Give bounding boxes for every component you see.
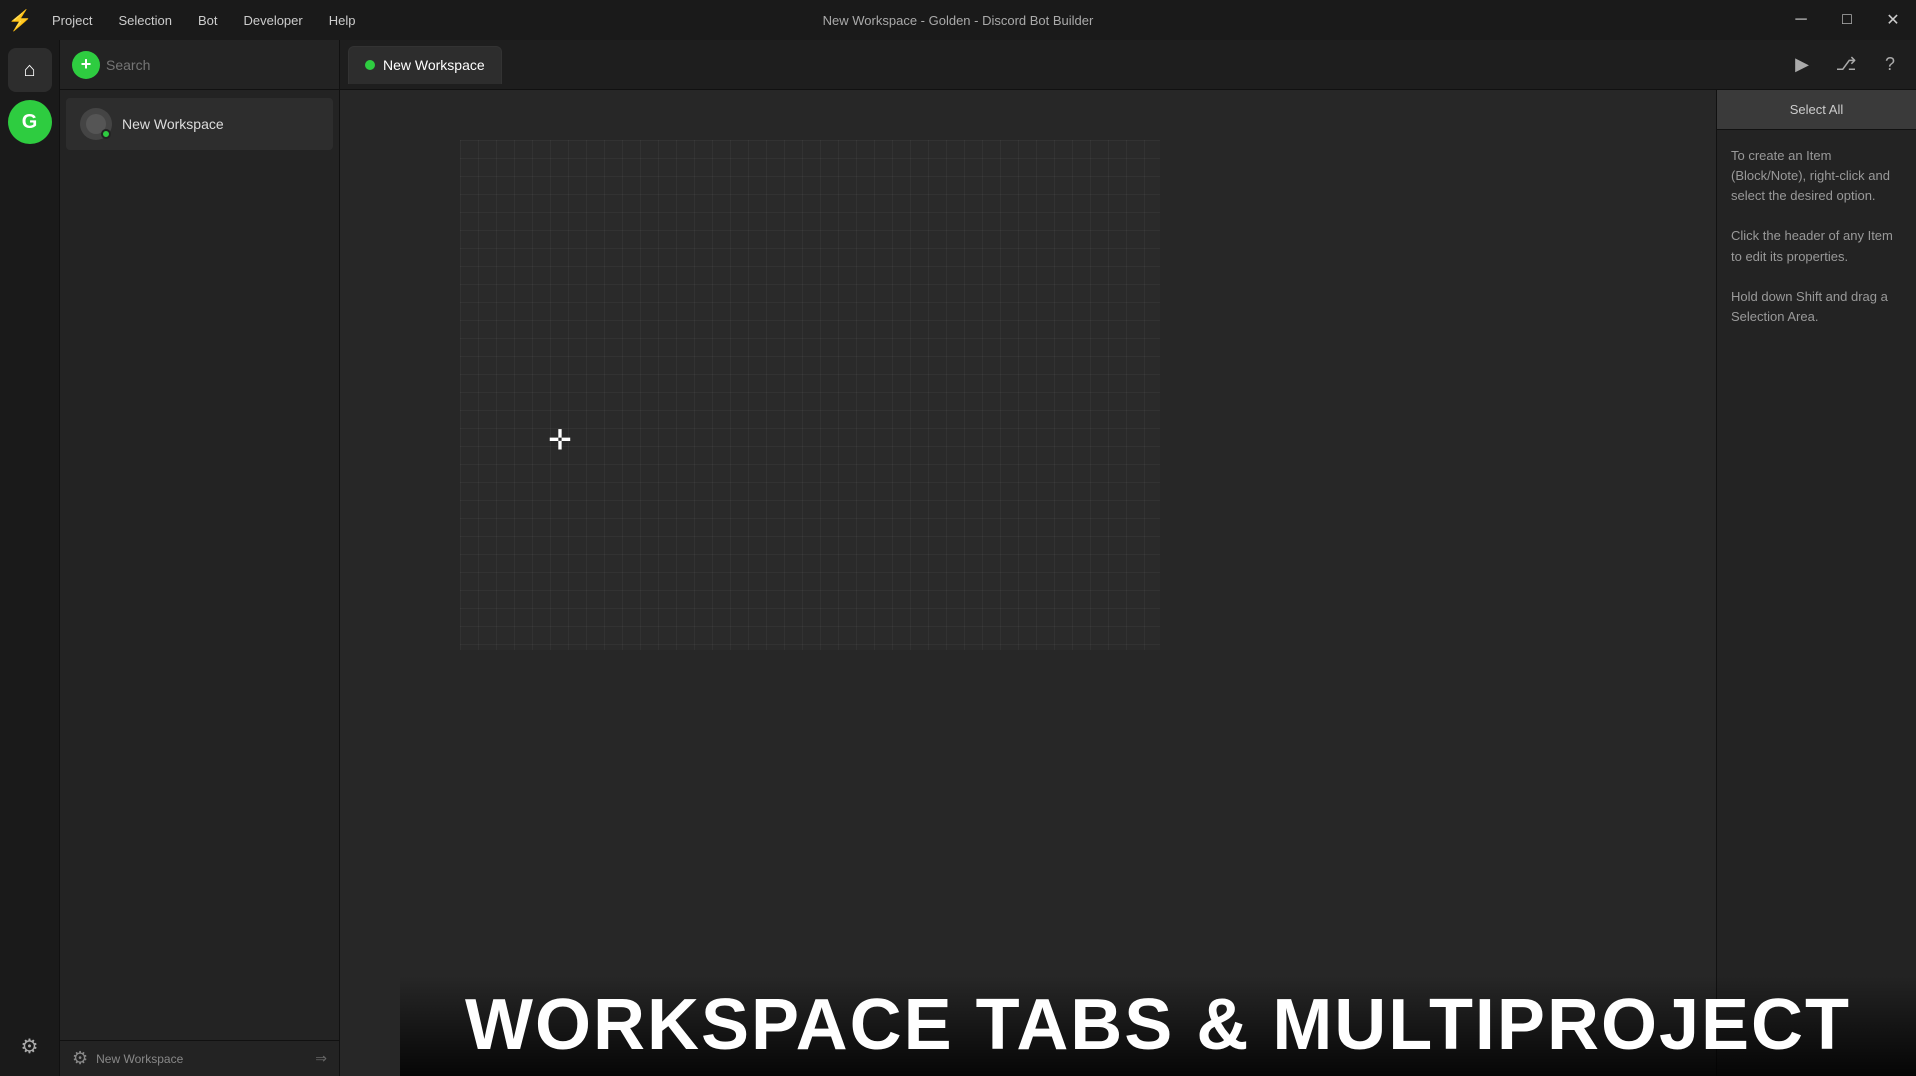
tab-actions: ▶ ⎇ ? [1784, 47, 1908, 83]
canvas-wrapper[interactable]: ✛ [340, 90, 1716, 1076]
workspace-item[interactable]: New Workspace [66, 98, 333, 150]
icon-sidebar: ⌂ G ⚙ [0, 40, 60, 1076]
play-button[interactable]: ▶ [1784, 47, 1820, 83]
tab-new-workspace[interactable]: New Workspace [348, 46, 502, 84]
window-title: New Workspace - Golden - Discord Bot Bui… [823, 13, 1094, 28]
workspace-panel: + New Workspace ⚙ New Workspace ⇒ [60, 40, 340, 1076]
workspace-list: New Workspace [60, 90, 339, 1040]
titlebar-controls: ─ □ ✕ [1778, 0, 1916, 40]
help-button[interactable]: ? [1872, 47, 1908, 83]
tree-button[interactable]: ⎇ [1828, 47, 1864, 83]
footer-export-icon[interactable]: ⇒ [315, 1050, 327, 1067]
titlebar: ⚡ Project Selection Bot Developer Help N… [0, 0, 1916, 40]
canvas-top-gray [340, 90, 1716, 140]
menu-project[interactable]: Project [40, 9, 104, 32]
menu-bar: Project Selection Bot Developer Help [40, 9, 367, 32]
tab-label: New Workspace [383, 57, 485, 73]
tab-status-dot [365, 60, 375, 70]
close-button[interactable]: ✕ [1870, 0, 1916, 40]
right-panel-info: To create an Item (Block/Note), right-cl… [1717, 130, 1916, 343]
workspace-panel-footer: ⚙ New Workspace ⇒ [60, 1040, 339, 1076]
right-panel: Select All To create an Item (Block/Note… [1716, 90, 1916, 1076]
add-workspace-button[interactable]: + [72, 51, 100, 79]
canvas-right-wrapper: ✛ Select All To create an Item (Block/No… [340, 90, 1916, 1076]
menu-bot[interactable]: Bot [186, 9, 230, 32]
menu-help[interactable]: Help [317, 9, 368, 32]
home-button[interactable]: ⌂ [8, 48, 52, 92]
workspace-status-dot [101, 129, 111, 139]
user-avatar[interactable]: G [8, 100, 52, 144]
footer-workspace-label: New Workspace [96, 1052, 307, 1066]
menu-selection[interactable]: Selection [106, 9, 183, 32]
info-text-1: To create an Item (Block/Note), right-cl… [1731, 146, 1902, 206]
menu-developer[interactable]: Developer [231, 9, 314, 32]
select-all-button[interactable]: Select All [1717, 90, 1916, 130]
titlebar-left: ⚡ Project Selection Bot Developer Help [0, 0, 367, 40]
maximize-button[interactable]: □ [1824, 0, 1870, 40]
main-layout: ⌂ G ⚙ + New Workspace ⚙ New Workspace ⇒ [0, 40, 1916, 1076]
canvas-left-gray [340, 90, 460, 1076]
workspace-icon [80, 108, 112, 140]
workspace-item-label: New Workspace [122, 116, 224, 132]
settings-button[interactable]: ⚙ [8, 1024, 52, 1068]
info-text-3: Hold down Shift and drag a Selection Are… [1731, 287, 1902, 327]
sidebar-bottom: ⚙ [8, 1024, 52, 1068]
app-logo[interactable]: ⚡ [0, 0, 40, 40]
canvas-grid [460, 140, 1160, 650]
tab-bar: New Workspace ▶ ⎇ ? [340, 40, 1916, 90]
search-input[interactable] [106, 57, 327, 73]
minimize-button[interactable]: ─ [1778, 0, 1824, 40]
info-text-2: Click the header of any Item to edit its… [1731, 226, 1902, 266]
content-area: New Workspace ▶ ⎇ ? ✛ Select All To crea [340, 40, 1916, 1076]
footer-settings-icon[interactable]: ⚙ [72, 1048, 88, 1069]
workspace-panel-header: + [60, 40, 339, 90]
